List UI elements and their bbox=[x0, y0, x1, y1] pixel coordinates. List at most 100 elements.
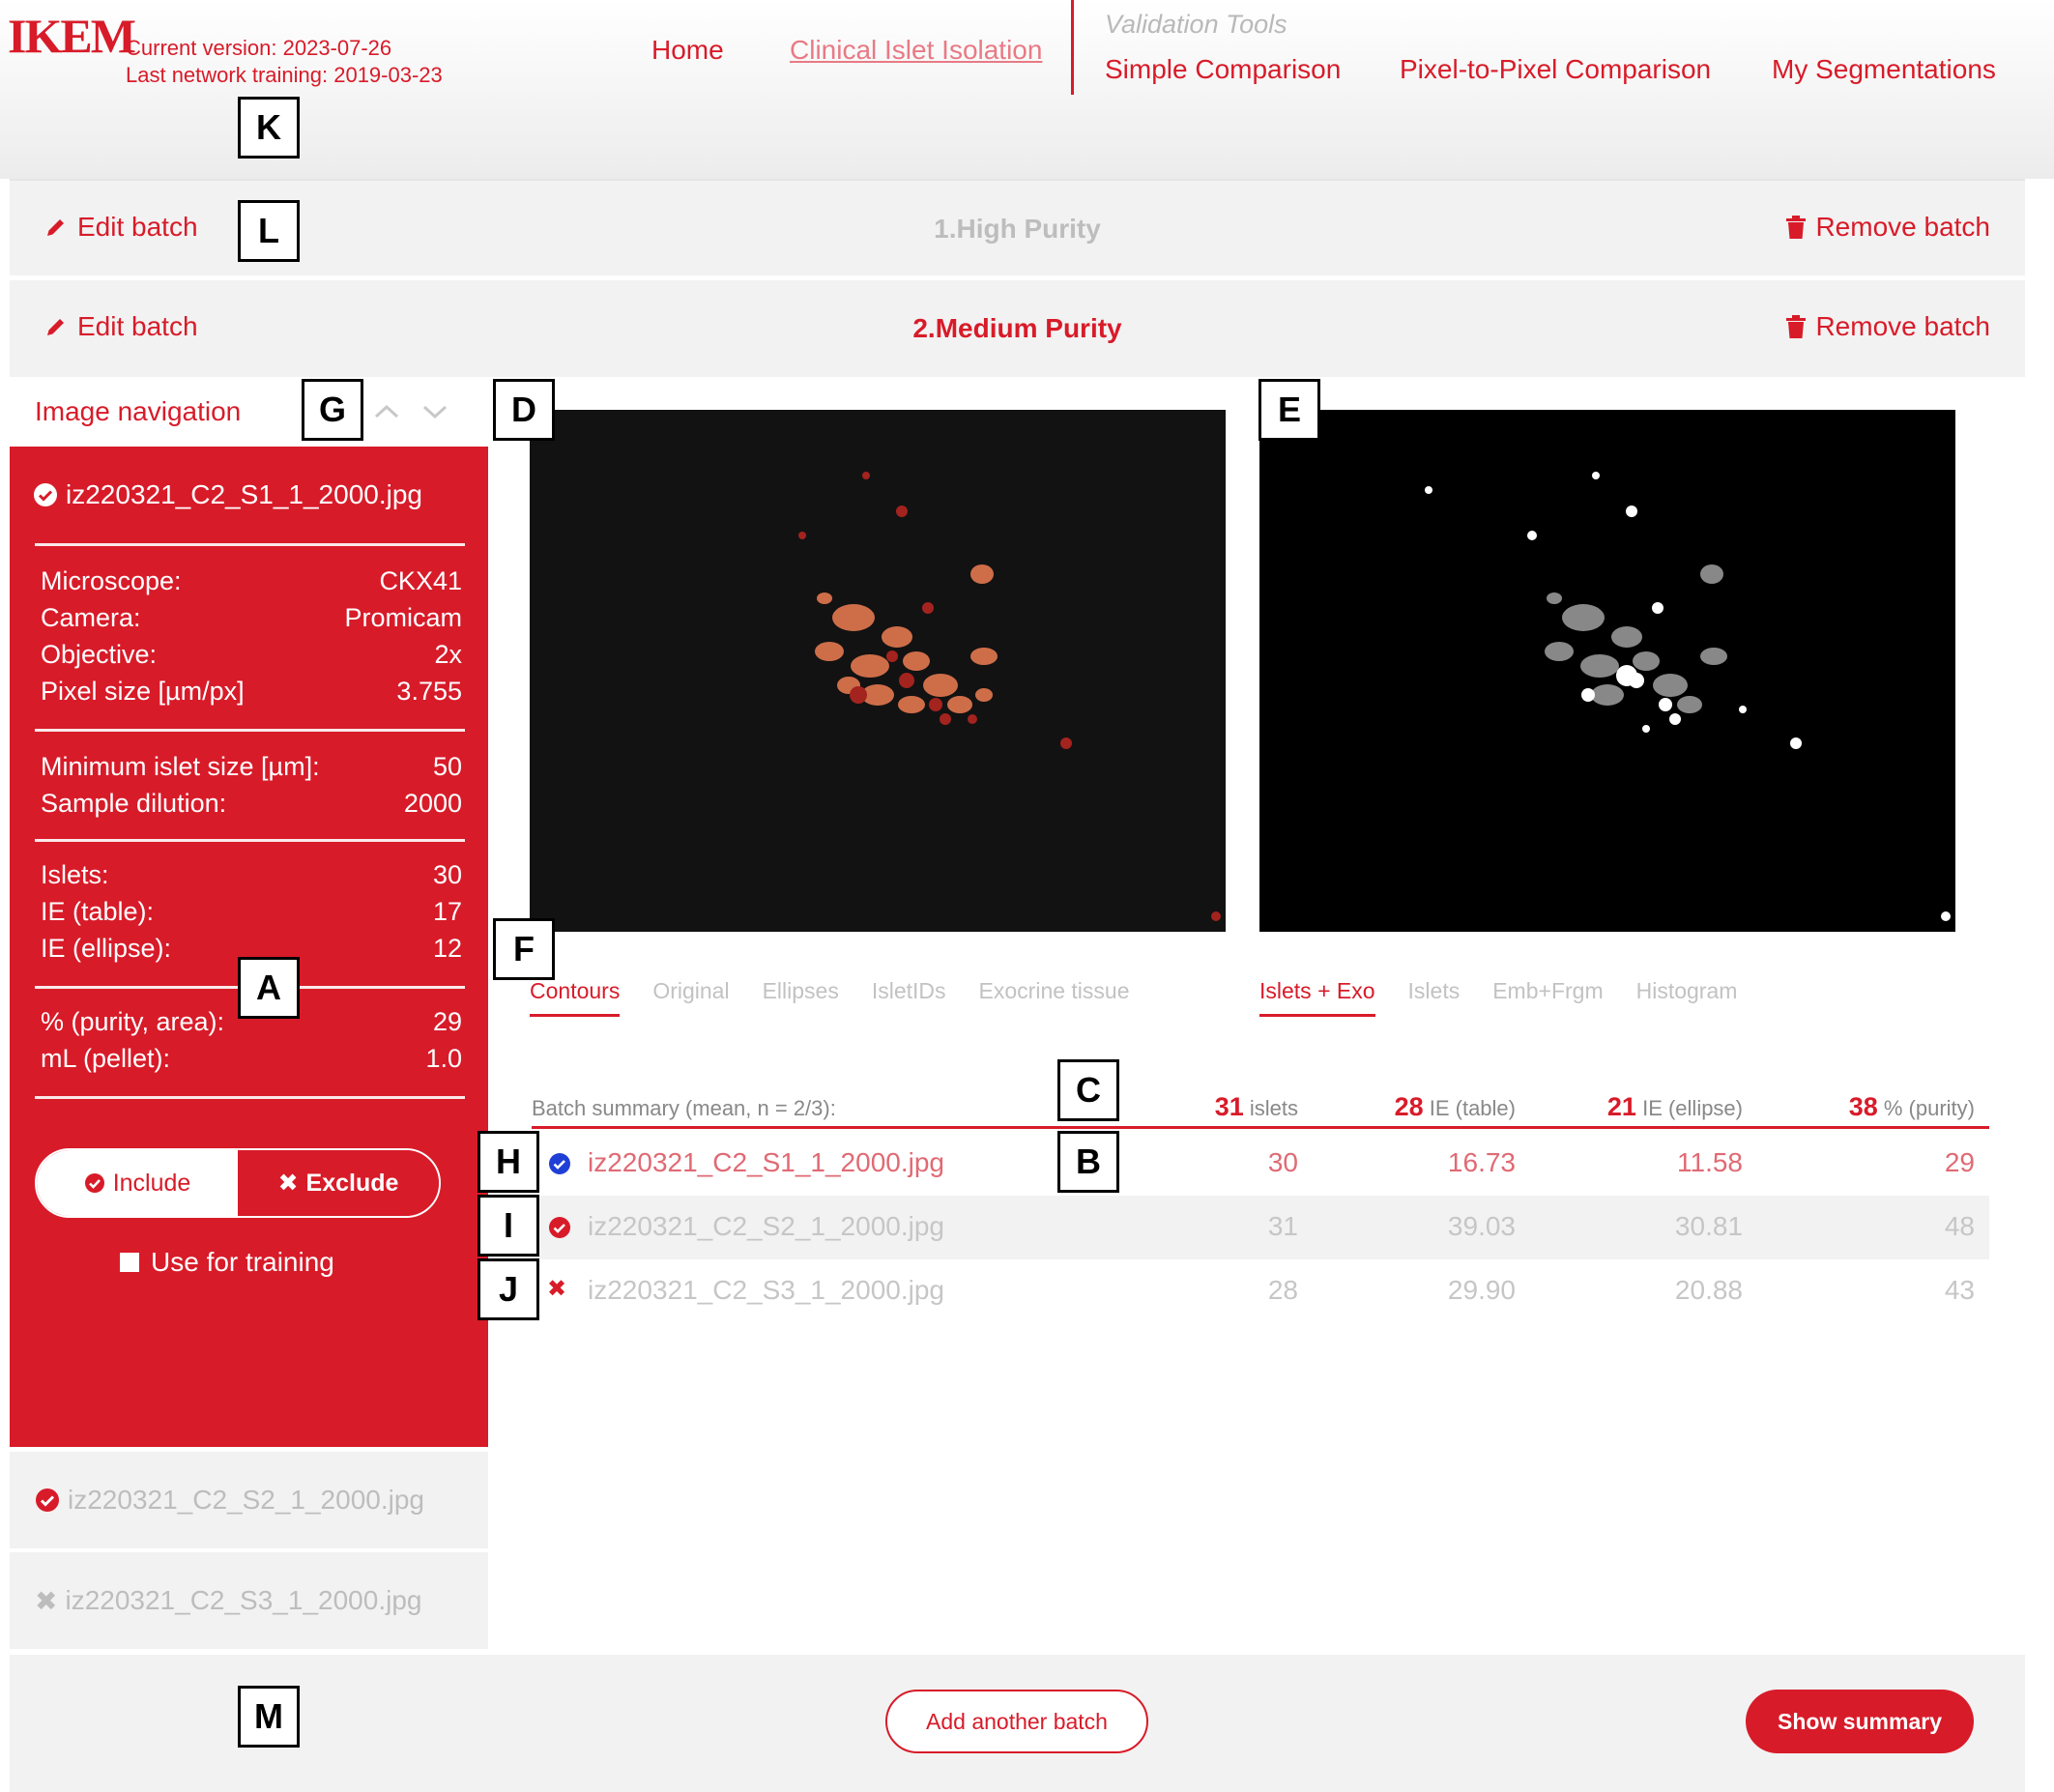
row-purity: 43 bbox=[1944, 1275, 1975, 1305]
batch-bar-2[interactable]: Edit batch 2.Medium Purity Remove batch bbox=[10, 280, 2025, 377]
tab-ellipses[interactable]: Ellipses bbox=[763, 978, 839, 1017]
remove-batch-button[interactable]: Remove batch bbox=[1786, 311, 1990, 342]
checkbox-box[interactable] bbox=[120, 1253, 139, 1272]
row-filename: iz220321_C2_S1_1_2000.jpg bbox=[588, 1147, 944, 1177]
chevron-down-icon[interactable] bbox=[419, 396, 450, 427]
logo-line-1: IKEM bbox=[8, 9, 136, 63]
add-another-batch-button[interactable]: Add another batch bbox=[885, 1690, 1148, 1753]
nav-my-segmentations[interactable]: My Segmentations bbox=[1772, 54, 1996, 85]
nav-home[interactable]: Home bbox=[651, 35, 724, 66]
summary-ie-ellipse: 21 IE (ellipse) bbox=[1606, 1092, 1743, 1121]
include-label: Include bbox=[112, 1169, 191, 1197]
annotation-marker-h: H bbox=[477, 1131, 539, 1193]
annotation-marker-m: M bbox=[238, 1686, 300, 1748]
include-exclude-toggle[interactable]: Include ✖ Exclude bbox=[35, 1148, 441, 1218]
row-islets: 31 bbox=[1267, 1211, 1298, 1241]
annotation-marker-d: D bbox=[493, 379, 555, 441]
annotation-marker-g: G bbox=[302, 379, 363, 441]
row-ie-ellipse: 11.58 bbox=[1677, 1147, 1743, 1177]
summary-purity: 38 % (purity) bbox=[1848, 1092, 1975, 1121]
use-for-training-label: Use for training bbox=[151, 1247, 334, 1277]
batch-summary-label: Batch summary (mean, n = 2/3): bbox=[532, 1096, 836, 1120]
tab-islets[interactable]: Islets bbox=[1408, 978, 1461, 1017]
table-row[interactable]: ✖ iz220321_C2_S3_1_2000.jpg 28 29.90 20.… bbox=[532, 1259, 1989, 1323]
show-summary-button[interactable]: Show summary bbox=[1746, 1690, 1974, 1753]
summary-islets: 31 islets bbox=[1214, 1092, 1298, 1121]
nav-pixel-comparison[interactable]: Pixel-to-Pixel Comparison bbox=[1400, 54, 1711, 85]
row-filename: iz220321_C2_S3_1_2000.jpg bbox=[588, 1275, 944, 1305]
pellet-row: mL (pellet): 1.0 bbox=[41, 1044, 462, 1073]
validation-tools-label: Validation Tools bbox=[1105, 10, 1287, 39]
divider bbox=[35, 543, 465, 546]
sidebar-image-item[interactable]: ✖ iz220321_C2_S3_1_2000.jpg bbox=[10, 1552, 488, 1649]
sidebar-image-item[interactable]: iz220321_C2_S2_1_2000.jpg bbox=[10, 1452, 488, 1548]
close-icon: ✖ bbox=[547, 1276, 567, 1302]
summary-ie-table: 28 IE (table) bbox=[1394, 1092, 1516, 1121]
check-circle-icon bbox=[549, 1217, 570, 1238]
selected-image-panel: iz220321_C2_S1_1_2000.jpg Microscope: CKX… bbox=[10, 447, 488, 1447]
tab-contours[interactable]: Contours bbox=[530, 978, 621, 1017]
ikem-logo[interactable]: IKEM bbox=[8, 9, 136, 101]
row-filename: iz220321_C2_S2_1_2000.jpg bbox=[588, 1211, 944, 1241]
annotation-marker-e: E bbox=[1258, 379, 1320, 441]
ie-table-row: IE (table): 17 bbox=[41, 897, 462, 926]
annotation-marker-a: A bbox=[238, 957, 300, 1019]
image-navigation-label: Image navigation bbox=[35, 396, 242, 426]
selected-image-name[interactable]: iz220321_C2_S1_1_2000.jpg bbox=[33, 479, 422, 510]
close-icon: ✖ bbox=[35, 1585, 58, 1616]
remove-batch-label: Remove batch bbox=[1815, 212, 1990, 242]
left-image-tabs: Contours Original Ellipses IsletIDs Exoc… bbox=[530, 978, 1130, 1017]
sidebar-image-filename: iz220321_C2_S3_1_2000.jpg bbox=[65, 1585, 422, 1615]
remove-batch-button[interactable]: Remove batch bbox=[1786, 212, 1990, 243]
close-icon: ✖ bbox=[277, 1170, 299, 1197]
row-ie-table: 29.90 bbox=[1447, 1275, 1516, 1305]
microscope-row: Microscope: CKX41 bbox=[41, 566, 462, 595]
contours-image[interactable] bbox=[530, 410, 1226, 932]
chevron-up-icon[interactable] bbox=[371, 396, 402, 427]
row-islets: 30 bbox=[1267, 1147, 1298, 1177]
camera-row: Camera: Promicam bbox=[41, 603, 462, 632]
tab-islet-ids[interactable]: IsletIDs bbox=[872, 978, 946, 1017]
check-circle-icon bbox=[84, 1173, 104, 1193]
annotation-marker-b: B bbox=[1057, 1131, 1119, 1193]
table-row[interactable]: iz220321_C2_S2_1_2000.jpg 31 39.03 30.81… bbox=[532, 1196, 1989, 1259]
row-islets: 28 bbox=[1267, 1275, 1298, 1305]
annotation-marker-j: J bbox=[477, 1258, 539, 1320]
segmentation-mask-image[interactable] bbox=[1259, 410, 1955, 932]
row-ie-ellipse: 20.88 bbox=[1674, 1275, 1743, 1305]
exclude-button[interactable]: ✖ Exclude bbox=[238, 1150, 439, 1216]
check-circle-icon bbox=[549, 1153, 570, 1174]
trash-icon bbox=[1786, 315, 1807, 338]
batch-summary-header: Batch summary (mean, n = 2/3): 31 islets… bbox=[532, 1090, 1989, 1129]
divider bbox=[35, 1096, 465, 1099]
tab-islets-exo[interactable]: Islets + Exo bbox=[1259, 978, 1375, 1017]
version-info: Current version: 2023-07-26 Last network… bbox=[126, 35, 443, 89]
batch-title: 1.High Purity bbox=[934, 214, 1101, 244]
divider bbox=[35, 839, 465, 842]
row-purity: 29 bbox=[1944, 1147, 1975, 1177]
tab-histogram[interactable]: Histogram bbox=[1636, 978, 1738, 1017]
sidebar-image-filename: iz220321_C2_S2_1_2000.jpg bbox=[68, 1485, 424, 1515]
table-row[interactable]: iz220321_C2_S1_1_2000.jpg 30 16.73 11.58… bbox=[532, 1132, 1989, 1196]
nav-clinical-islet-isolation[interactable]: Clinical Islet Isolation bbox=[790, 35, 1042, 66]
remove-batch-label: Remove batch bbox=[1815, 311, 1990, 341]
nav-simple-comparison[interactable]: Simple Comparison bbox=[1105, 54, 1341, 85]
use-for-training-checkbox[interactable]: Use for training bbox=[120, 1247, 334, 1278]
trash-icon bbox=[1786, 216, 1807, 239]
tab-exocrine-tissue[interactable]: Exocrine tissue bbox=[979, 978, 1130, 1017]
row-ie-ellipse: 30.81 bbox=[1674, 1211, 1743, 1241]
right-image-tabs: Islets + Exo Islets Emb+Frgm Histogram bbox=[1259, 978, 1737, 1017]
nav-divider bbox=[1071, 0, 1074, 95]
objective-row: Objective: 2x bbox=[41, 640, 462, 669]
batch-bar-1[interactable]: Edit batch 1.High Purity Remove batch bbox=[10, 179, 2025, 275]
annotation-marker-i: I bbox=[477, 1195, 539, 1257]
include-button[interactable]: Include bbox=[37, 1150, 238, 1216]
batch-title: 2.Medium Purity bbox=[912, 313, 1122, 343]
divider bbox=[35, 729, 465, 732]
islets-row: Islets: 30 bbox=[41, 860, 462, 889]
exclude-label: Exclude bbox=[305, 1169, 399, 1197]
tab-emb-frgm[interactable]: Emb+Frgm bbox=[1492, 978, 1603, 1017]
footer-bar: Add another batch Show summary bbox=[10, 1655, 2025, 1792]
tab-original[interactable]: Original bbox=[652, 978, 729, 1017]
top-header: IKEM Current version: 2023-07-26 Last ne… bbox=[0, 0, 2054, 179]
